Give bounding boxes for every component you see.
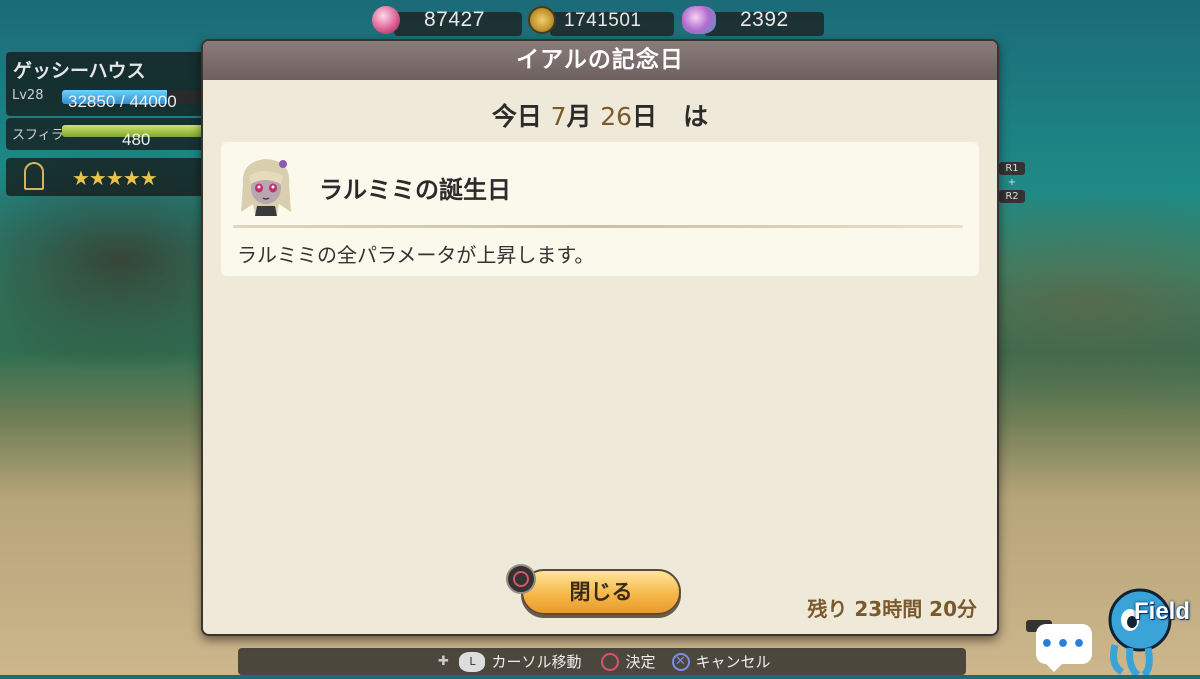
date-suffix: は (683, 102, 709, 131)
dpad-icon: ✚ (438, 653, 449, 669)
cross-button-icon: ✕ (671, 652, 690, 671)
dialog-title: イアルの記念日 (203, 41, 997, 80)
fish-count: 2392 (740, 8, 789, 31)
plus-sign: + (1007, 177, 1017, 188)
card-divider (233, 225, 963, 228)
character-portrait (241, 159, 291, 216)
r2-button: R2 (999, 190, 1025, 203)
resource-fish: 2392 (682, 4, 832, 38)
house-name: ゲッシーハウス (13, 60, 146, 82)
circle-button-icon (506, 564, 536, 594)
sfira-label: スフィラ (12, 128, 64, 143)
month-unit: 月 (566, 102, 592, 131)
day-unit: 日 (632, 102, 658, 131)
rank-stars: ★★★★★ (72, 166, 158, 190)
event-title: ラルミミの誕生日 (319, 176, 511, 204)
event-card: ラルミミの誕生日 ラルミミの全パラメータが上昇します。 (221, 142, 979, 276)
coin-icon (528, 6, 556, 34)
circle-button-icon (601, 652, 620, 671)
field-label: Field (1134, 598, 1191, 625)
chat-dots: ••• (1039, 632, 1089, 657)
page-switch-hint: R1 + R2 (999, 160, 1025, 205)
birdcage-icon (24, 162, 44, 190)
date-line: 今日 7月 26日 は (203, 97, 997, 133)
exp-text: 32850 / 44000 (68, 92, 177, 111)
control-hints: ✚ L カーソル移動 決定 ✕ キャンセル (238, 648, 966, 675)
rank-panel: ★★★★★ (6, 158, 206, 196)
resource-coins: 1741501 (528, 4, 678, 38)
sfira-panel: スフィラ 480 (6, 118, 206, 150)
crystal-count: 87427 (424, 8, 485, 31)
left-stick-icon: L (459, 651, 486, 672)
crystal-icon (372, 6, 400, 34)
event-description: ラルミミの全パラメータが上昇します。 (237, 243, 595, 267)
field-button[interactable]: Field (1100, 580, 1200, 678)
date-prefix: 今日 (491, 102, 542, 131)
fish-icon (682, 6, 716, 34)
date-day: 26 (600, 102, 633, 131)
cancel-label: キャンセル (695, 653, 771, 671)
r1-button: R1 (999, 162, 1025, 175)
anniversary-dialog: イアルの記念日 今日 7月 26日 は ラルミミの誕生日 ラルミミの全パラメータ… (201, 39, 999, 636)
chat-button[interactable]: ••• (1036, 624, 1092, 672)
move-label: カーソル移動 (491, 653, 582, 671)
coin-count: 1741501 (564, 10, 642, 31)
level-label: Lv28 (12, 88, 44, 103)
confirm-label: 決定 (625, 653, 656, 671)
house-panel: ゲッシーハウス Lv28 32850 / 44000 (6, 52, 206, 116)
octopus-icon (1108, 588, 1172, 678)
resource-crystal: 87427 (372, 4, 522, 38)
close-button[interactable]: 閉じる (521, 569, 681, 615)
sfira-value: 480 (122, 130, 151, 149)
remaining-time: 残り 23時間 20分 (807, 597, 977, 621)
date-month: 7 (550, 102, 567, 131)
